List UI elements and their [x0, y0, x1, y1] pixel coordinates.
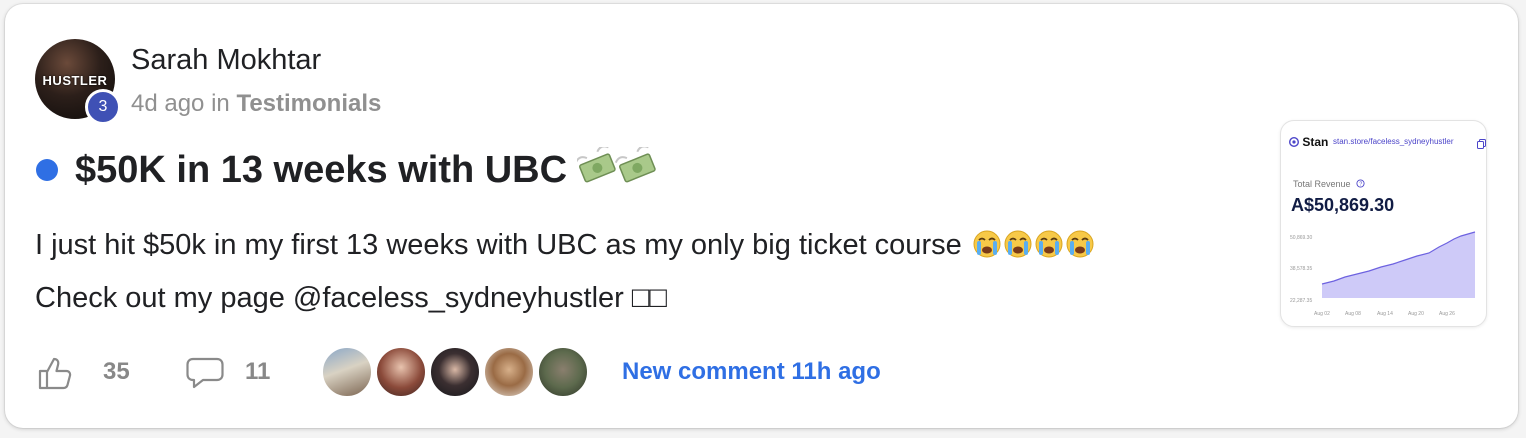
stan-brand: Stan: [1288, 135, 1329, 149]
in-word: in: [211, 90, 230, 117]
x-tick: Aug 20: [1408, 311, 1424, 317]
comment-icon[interactable]: [185, 354, 225, 397]
stan-url: stan.store/faceless_sydneyhustler: [1333, 137, 1454, 146]
post-body-line-2: Check out my page @faceless_sydneyhustle…: [35, 282, 667, 314]
total-revenue-label: Total Revenue ?: [1293, 179, 1365, 189]
post-time: 4d ago: [131, 90, 205, 117]
total-revenue-value: A$50,869.30: [1291, 195, 1395, 215]
post-body-line-1: I just hit $50k in my first 13 weeks wit…: [35, 221, 1235, 274]
post-body: I just hit $50k in my first 13 weeks wit…: [35, 221, 1235, 322]
x-tick: Aug 08: [1345, 311, 1361, 317]
y-tick-mid: 38,578.35: [1290, 266, 1312, 272]
loudly-crying-face-icon: [972, 226, 1096, 274]
copy-icon[interactable]: [1477, 139, 1486, 149]
post-footer: 35 11 New comment 11h ago: [5, 346, 1518, 398]
svg-text:?: ?: [1359, 181, 1362, 187]
author-name[interactable]: Sarah Mokhtar: [131, 44, 321, 77]
avatar-logo-text: HUSTLER: [42, 73, 108, 88]
avatar[interactable]: [483, 346, 535, 398]
revenue-area: [1322, 232, 1475, 298]
x-tick: Aug 14: [1377, 311, 1393, 317]
new-comment-link[interactable]: New comment 11h ago: [622, 358, 881, 386]
post-title[interactable]: $50K in 13 weeks with UBC: [75, 145, 659, 197]
total-revenue-label-text: Total Revenue: [1293, 179, 1351, 189]
comment-count: 11: [245, 358, 271, 385]
like-icon[interactable]: [36, 354, 74, 397]
avatar[interactable]: [321, 346, 373, 398]
like-count: 35: [103, 358, 130, 385]
category-link[interactable]: Testimonials: [236, 90, 381, 117]
post-meta: 4d ago in Testimonials: [131, 90, 381, 118]
author-avatar[interactable]: HUSTLER 3: [35, 39, 121, 125]
post-body-line-1-text: I just hit $50k in my first 13 weeks wit…: [35, 229, 962, 261]
avatar[interactable]: [375, 346, 427, 398]
level-badge: 3: [85, 89, 121, 125]
stan-logo-icon: [1288, 136, 1300, 148]
avatar[interactable]: [429, 346, 481, 398]
post-title-text: $50K in 13 weeks with UBC: [75, 149, 568, 192]
info-icon: ?: [1356, 179, 1365, 188]
y-tick-top: 50,869.30: [1290, 235, 1312, 241]
y-tick-bottom: 22,287.35: [1290, 298, 1312, 304]
post-card[interactable]: HUSTLER 3 Sarah Mokhtar 4d ago in Testim…: [5, 4, 1518, 428]
revenue-chart: 50,869.30 38,578.35 22,287.35 Aug 02 Aug…: [1290, 231, 1476, 317]
avatar[interactable]: [537, 346, 589, 398]
stan-brand-text: Stan: [1302, 135, 1329, 149]
money-with-wings-icon: [574, 145, 659, 197]
unread-indicator: [36, 159, 58, 181]
x-tick: Aug 02: [1314, 311, 1330, 317]
x-tick: Aug 26: [1439, 311, 1455, 317]
post-image-thumbnail[interactable]: Stan stan.store/faceless_sydneyhustler T…: [1280, 120, 1487, 327]
